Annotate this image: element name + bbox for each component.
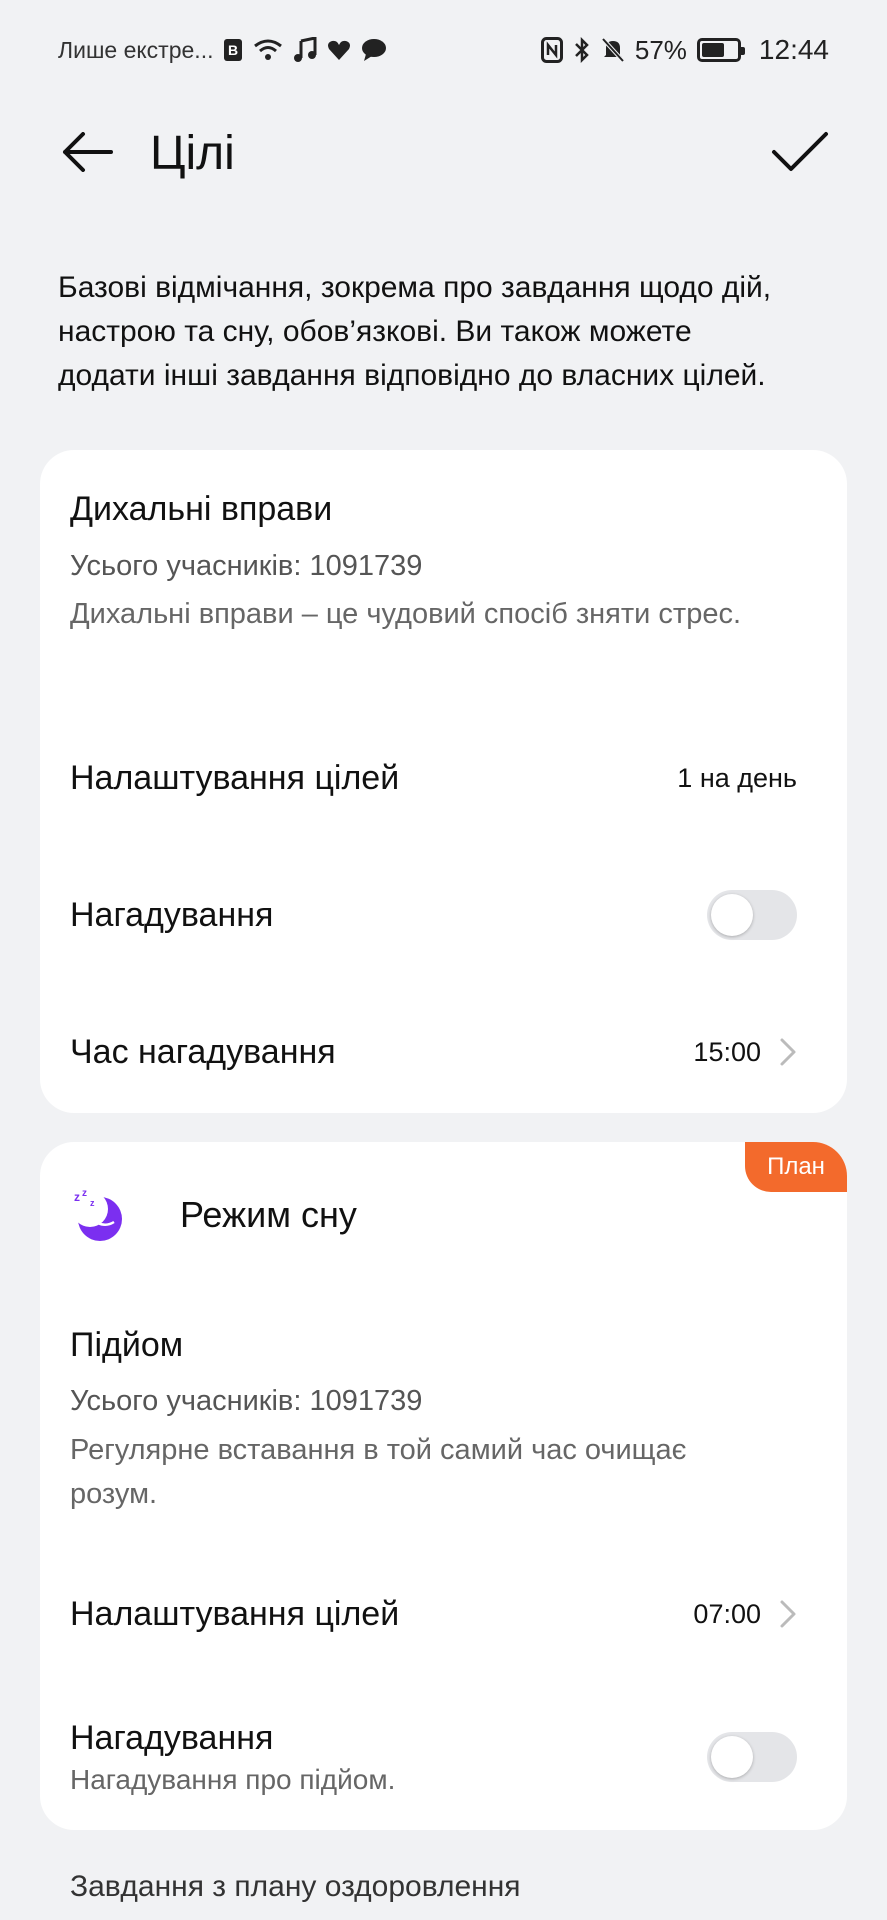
svg-text:z: z xyxy=(90,1198,95,1208)
reminder-toggle[interactable] xyxy=(707,890,797,940)
arrow-left-icon xyxy=(63,132,113,172)
reminder-label: Нагадування xyxy=(70,1718,274,1757)
check-icon xyxy=(772,132,828,171)
app-bar: Цілі xyxy=(0,110,887,194)
task-description: Дихальні вправи – це чудовий спосіб знят… xyxy=(70,598,742,630)
chat-bubble-icon xyxy=(362,39,387,61)
music-note-icon xyxy=(294,37,317,62)
task-description: Регулярне вставання в той самий час очищ… xyxy=(70,1434,687,1510)
plan-badge: План xyxy=(745,1142,847,1192)
goals-screen: Лише екстре... B 57% 12:44 Цілі Базові в… xyxy=(0,0,887,1920)
bluetooth-icon xyxy=(574,37,589,63)
battery-icon xyxy=(696,38,745,62)
nfc-icon xyxy=(540,37,563,63)
goal-setting-row[interactable]: Налаштування цілей 07:00 xyxy=(40,1569,847,1659)
carrier-label: Лише екстре... xyxy=(58,36,214,63)
reminder-time-value: 15:00 xyxy=(693,1036,761,1067)
wellness-plan-section-title: Завдання з плану оздоровлення xyxy=(70,1870,521,1903)
goal-setting-value: 07:00 xyxy=(693,1598,761,1629)
status-left: Лише екстре... B xyxy=(58,37,387,64)
status-right: 57% 12:44 xyxy=(540,34,829,66)
reminder-toggle[interactable] xyxy=(707,1732,797,1782)
reminder-time-row[interactable]: Час нагадування 15:00 xyxy=(40,1007,847,1097)
reminder-row: Нагадування xyxy=(40,870,847,960)
moon-sleep-icon: z z z xyxy=(72,1188,122,1241)
bell-off-icon xyxy=(601,37,625,63)
goal-setting-value: 1 на день xyxy=(677,762,797,793)
chevron-right-icon xyxy=(780,1038,796,1066)
goal-setting-label: Налаштування цілей xyxy=(70,758,400,797)
task-title: Дихальні вправи xyxy=(70,490,333,528)
chevron-right-icon xyxy=(780,1600,796,1628)
goal-setting-label: Налаштування цілей xyxy=(70,1594,400,1633)
breathing-task-card: Дихальні вправи Усього учасників: 109173… xyxy=(40,450,847,1113)
reminder-label: Нагадування xyxy=(70,895,274,934)
task-title: Підйом xyxy=(70,1326,184,1364)
confirm-button[interactable] xyxy=(767,122,833,182)
back-button[interactable] xyxy=(58,124,116,180)
svg-text:z: z xyxy=(74,1190,80,1204)
sleep-header: z z z Режим сну xyxy=(70,1180,357,1250)
heart-icon xyxy=(328,40,351,60)
svg-text:B: B xyxy=(228,42,238,58)
task-participants: Усього учасників: 1091739 xyxy=(70,1385,423,1417)
reminder-row: Нагадування Нагадування про підйом. xyxy=(40,1702,847,1812)
page-title: Цілі xyxy=(150,127,235,180)
reminder-subtitle: Нагадування про підйом. xyxy=(70,1763,396,1795)
battery-percent: 57% xyxy=(634,34,687,65)
intro-text: Базові відмічання, зокрема про завдання … xyxy=(58,271,772,392)
status-bar: Лише екстре... B 57% 12:44 xyxy=(0,0,887,100)
task-participants: Усього учасників: 1091739 xyxy=(70,550,423,582)
wifi-icon xyxy=(254,39,283,60)
reminder-time-value-wrap: 15:00 xyxy=(693,1037,797,1068)
sim-b-icon: B xyxy=(224,39,243,61)
status-time: 12:44 xyxy=(758,34,829,65)
sleep-section-title: Режим сну xyxy=(180,1194,357,1235)
goal-setting-row[interactable]: Налаштування цілей 1 на день xyxy=(40,733,847,823)
reminder-text-group: Нагадування Нагадування про підйом. xyxy=(70,1719,395,1796)
goal-setting-value-wrap: 07:00 xyxy=(693,1599,797,1630)
svg-text:z: z xyxy=(82,1188,87,1199)
sleep-task-card: План z z z Режим сну Підйом Усього учасн… xyxy=(40,1142,847,1830)
reminder-time-label: Час нагадування xyxy=(70,1032,336,1071)
